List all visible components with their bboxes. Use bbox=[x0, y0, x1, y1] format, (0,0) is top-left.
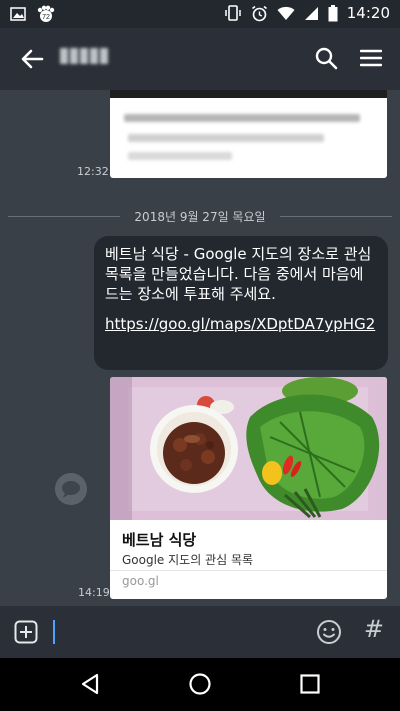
previous-card-domain-obscured bbox=[128, 152, 238, 160]
back-arrow-icon[interactable] bbox=[18, 46, 46, 72]
date-divider-text: 2018년 9월 27일 목요일 bbox=[134, 210, 266, 224]
message-bubble[interactable]: 베트남 식당 - Google 지도의 장소로 관심 목록을 만들었습니다. 다… bbox=[94, 236, 388, 370]
hashtag-button[interactable]: # bbox=[364, 615, 384, 643]
svg-text:72: 72 bbox=[42, 14, 50, 21]
previous-card-image bbox=[110, 90, 387, 98]
alarm-icon bbox=[251, 5, 267, 21]
food-photo-image bbox=[110, 377, 387, 520]
status-bar: 72 14:20 bbox=[0, 0, 400, 28]
app-bar bbox=[0, 28, 400, 90]
paw-notification-icon: 72 bbox=[37, 5, 55, 22]
link-card-subtitle: Google 지도의 관심 목록 bbox=[122, 553, 254, 567]
link-card-domain: goo.gl bbox=[122, 574, 159, 588]
chat-area[interactable]: 12:32 2018년 9월 27일 목요일 베트남 식당 - Google 지… bbox=[0, 90, 400, 606]
message-text: 베트남 식당 - Google 지도의 장소로 관심 목록을 만들었습니다. 다… bbox=[105, 245, 377, 303]
vibrate-icon bbox=[225, 5, 241, 21]
nav-back-icon[interactable] bbox=[78, 672, 102, 696]
previous-card-sub-obscured bbox=[128, 134, 328, 142]
message-link[interactable]: https://goo.gl/maps/XDptDA7ypHG2 bbox=[105, 314, 378, 334]
add-attachment-icon[interactable] bbox=[14, 620, 38, 644]
message-input-cursor[interactable] bbox=[53, 620, 55, 644]
navigation-bar bbox=[0, 658, 400, 711]
emoji-icon[interactable] bbox=[316, 619, 342, 645]
gallery-icon bbox=[10, 7, 26, 21]
date-divider: 2018년 9월 27일 목요일 bbox=[8, 208, 392, 224]
status-time: 14:20 bbox=[346, 4, 390, 22]
chat-title-obscured bbox=[60, 48, 114, 68]
nav-recents-icon[interactable] bbox=[298, 672, 322, 696]
battery-icon bbox=[328, 4, 338, 21]
nav-home-icon[interactable] bbox=[188, 672, 212, 696]
message-time: 12:32 bbox=[77, 165, 109, 178]
signal-icon bbox=[304, 6, 318, 20]
link-card-separator bbox=[110, 570, 387, 571]
link-card-title: 베트남 식당 bbox=[122, 531, 197, 549]
message-time: 14:19 bbox=[78, 586, 110, 599]
input-bar: # bbox=[0, 606, 400, 658]
link-preview-card[interactable]: 베트남 식당 Google 지도의 관심 목록 goo.gl bbox=[110, 377, 387, 599]
search-icon[interactable] bbox=[314, 46, 338, 70]
menu-icon[interactable] bbox=[360, 48, 382, 68]
wifi-icon bbox=[277, 6, 295, 20]
sender-avatar[interactable] bbox=[55, 473, 87, 505]
previous-link-card[interactable] bbox=[110, 90, 387, 178]
previous-card-text-obscured bbox=[124, 114, 364, 122]
